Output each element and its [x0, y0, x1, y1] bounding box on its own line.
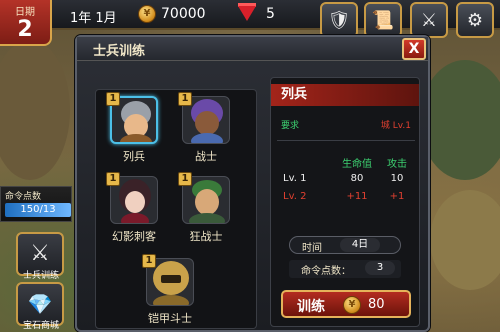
- stats-table: 生命值 攻击 Lv. 1 80 10 Lv. 2 +11 +1: [277, 140, 415, 222]
- command-cost-row: 命令点数： 3: [289, 260, 401, 278]
- dialog-header: 士兵训练 X: [77, 37, 428, 61]
- atk-cell: 10: [390, 173, 404, 184]
- year-month-text: 1年 1月: [70, 11, 117, 26]
- date-indicator: 日期 2: [0, 0, 52, 46]
- unit-grid: 1 列兵 1 战士 1 幻影刺客 1 狂战士 1 铠甲斗士: [95, 89, 257, 329]
- unit-card-armored-fighter[interactable]: 1 铠甲斗士: [142, 254, 198, 326]
- requirement-value: 城 Lv.1: [380, 121, 411, 131]
- atk-header: 攻击: [387, 159, 407, 170]
- close-button[interactable]: X: [402, 38, 426, 60]
- unit-card-berserker[interactable]: 1 狂战士: [178, 172, 234, 244]
- face: [195, 111, 219, 135]
- map-terrain: [0, 40, 70, 180]
- requirement-label: 要求: [281, 121, 300, 131]
- body: [120, 134, 152, 142]
- stats-row: Lv. 2 +11 +1: [277, 191, 415, 205]
- command-points-label: 命令点数: [5, 192, 42, 202]
- date-value: 2: [17, 17, 33, 42]
- scroll-icon: 📜: [371, 9, 395, 31]
- unit-name: 列兵: [123, 150, 145, 163]
- command-points-panel: 命令点数 150/13: [0, 186, 72, 222]
- map-menu-button[interactable]: 📜: [364, 2, 402, 38]
- gem-shop-label: 宝石商城: [22, 321, 59, 331]
- stats-row: Lv. 1 80 10: [277, 173, 415, 187]
- hp-cell: +11: [346, 191, 368, 202]
- unit-name: 铠甲斗士: [148, 312, 192, 325]
- atk-cell: +1: [389, 191, 405, 202]
- gem-icon: [238, 6, 256, 21]
- command-cost-label: 命令点数：: [301, 266, 351, 277]
- level-cell: Lv. 1: [283, 173, 307, 184]
- hero-menu-button[interactable]: 🛡: [320, 2, 358, 38]
- map-terrain: [430, 190, 500, 290]
- unit-name: 幻影刺客: [112, 230, 156, 243]
- unit-level-badge: 1: [142, 254, 156, 268]
- hp-cell: 80: [350, 173, 364, 184]
- stats-header: 生命值 攻击: [277, 155, 415, 170]
- body: [191, 133, 223, 143]
- unit-info-panel: 列兵 要求 城 Lv.1 生命值 攻击 Lv. 1 80 10 Lv. 2 +1…: [270, 77, 420, 327]
- face: [125, 191, 145, 213]
- body: [153, 295, 189, 305]
- unit-name: 狂战士: [189, 230, 223, 243]
- command-cost-value: 3: [365, 261, 395, 275]
- unit-card-warrior[interactable]: 1 战士: [178, 92, 234, 164]
- unit-name: 战士: [195, 150, 217, 163]
- map-terrain: [420, 60, 500, 180]
- train-cost: 80: [368, 297, 385, 312]
- time-row: 时间 4日: [289, 236, 401, 254]
- unit-level-badge: 1: [178, 92, 192, 106]
- gold-coin-icon: ¥: [343, 296, 361, 314]
- level-cell: Lv. 2: [283, 191, 307, 202]
- visor: [161, 275, 181, 283]
- battle-menu-button[interactable]: ⚔: [410, 2, 448, 38]
- gear-icon: ⚙: [466, 9, 484, 31]
- soldier-training-dialog: 士兵训练 X 1 列兵 1 战士 1 幻影刺客 1 狂战士 1 铠甲斗士 列兵 …: [75, 35, 430, 332]
- time-label: 时间: [302, 243, 322, 254]
- command-points-bar: 150/13: [5, 203, 71, 217]
- swords-icon: ⚔: [420, 9, 438, 31]
- unit-level-badge: 1: [106, 92, 120, 106]
- time-value: 4日: [340, 238, 380, 252]
- gem-amount: 5: [266, 6, 275, 22]
- unit-level-badge: 1: [106, 172, 120, 186]
- soldier-training-label: 士兵训练: [22, 271, 59, 281]
- unit-card-phantom-assassin[interactable]: 1 幻影刺客: [106, 172, 162, 244]
- hero-icon: 🛡: [327, 9, 351, 31]
- train-button[interactable]: 训练 ¥ 80: [281, 290, 411, 318]
- settings-button[interactable]: ⚙: [456, 2, 494, 38]
- face: [195, 189, 219, 215]
- train-label: 训练: [297, 299, 325, 315]
- body: [121, 213, 149, 223]
- gold-amount: 70000: [161, 6, 206, 22]
- date-label: 日期: [15, 7, 35, 18]
- unit-card-private[interactable]: 1 列兵: [106, 92, 162, 164]
- dialog-title: 士兵训练: [93, 44, 146, 59]
- unit-level-badge: 1: [178, 172, 192, 186]
- gold-coin-icon: ¥: [138, 5, 156, 23]
- body: [189, 213, 225, 223]
- unit-info-title: 列兵: [271, 84, 419, 106]
- hp-header: 生命值: [342, 159, 372, 170]
